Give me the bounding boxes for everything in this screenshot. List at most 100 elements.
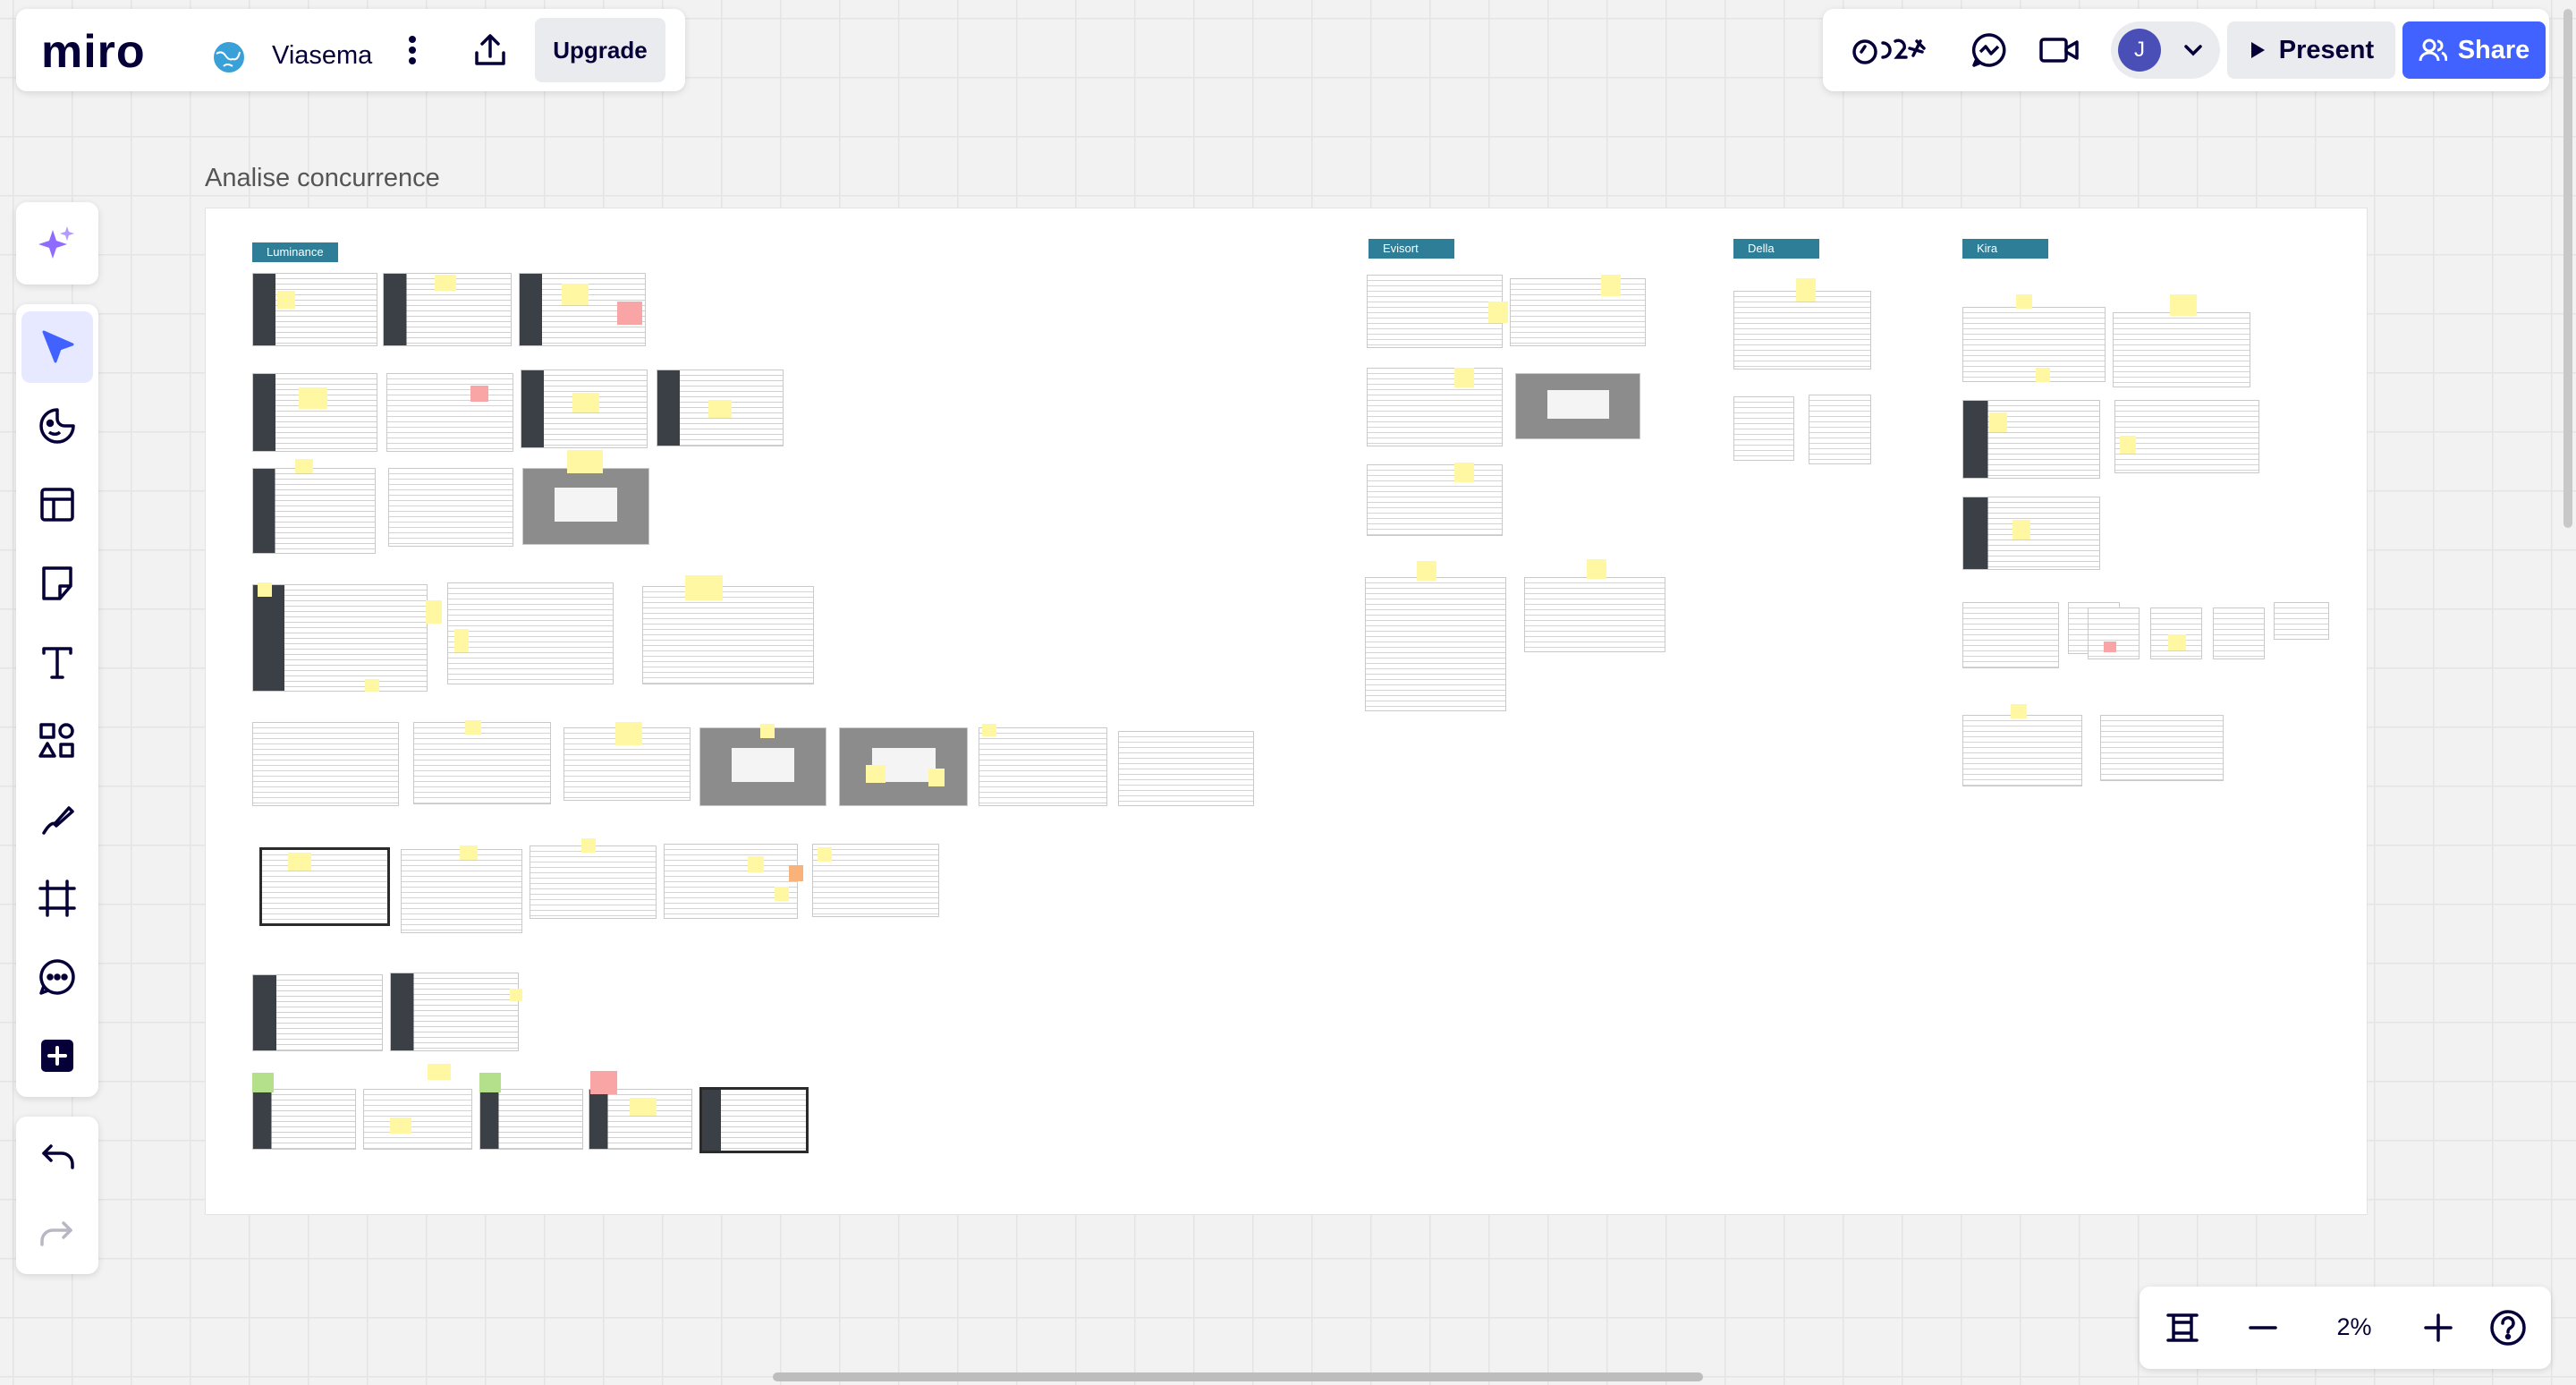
sticky-note[interactable]	[789, 865, 803, 881]
sticky-note[interactable]	[982, 724, 996, 736]
screenshot-thumbnail[interactable]	[1510, 278, 1646, 346]
sticky-note[interactable]	[2011, 704, 2027, 718]
frame-title[interactable]: Analise concurrence	[205, 164, 440, 193]
screenshot-thumbnail[interactable]	[699, 1087, 809, 1153]
sticky-note[interactable]	[617, 302, 642, 325]
sticky-note[interactable]	[775, 887, 789, 901]
sticky-note[interactable]	[866, 765, 886, 783]
pen-icon[interactable]	[21, 784, 93, 855]
sticky-note[interactable]	[708, 400, 732, 418]
screenshot-thumbnail[interactable]	[2213, 608, 2265, 659]
sticky-note[interactable]	[2036, 368, 2050, 382]
fit-to-screen-icon[interactable]	[2157, 1304, 2207, 1351]
sticky-note[interactable]	[581, 838, 596, 853]
sticky-note[interactable]	[1601, 275, 1621, 296]
screenshot-thumbnail[interactable]	[1962, 307, 2106, 382]
export-icon[interactable]	[463, 27, 517, 73]
sticky-note[interactable]	[299, 387, 327, 409]
sticky-note[interactable]	[1454, 463, 1474, 482]
tag-luminance[interactable]: Luminance	[252, 242, 338, 262]
sticky-note[interactable]	[572, 393, 599, 412]
chevron-down-icon[interactable]	[2182, 43, 2204, 57]
reactions-icon[interactable]	[1848, 27, 1934, 73]
sticky-note[interactable]	[252, 1073, 274, 1092]
screenshot-thumbnail[interactable]	[1809, 395, 1871, 464]
zoom-out-icon[interactable]	[2238, 1304, 2288, 1351]
tag-kira[interactable]: Kira	[1962, 239, 2048, 259]
sticky-note[interactable]	[562, 284, 589, 305]
screenshot-thumbnail[interactable]	[979, 727, 1107, 806]
screenshot-thumbnail[interactable]	[1515, 373, 1640, 439]
redo-icon[interactable]	[21, 1199, 93, 1270]
screenshot-thumbnail[interactable]	[1367, 275, 1503, 348]
tag-evisort[interactable]: Evisort	[1368, 239, 1454, 259]
share-button[interactable]: Share	[2402, 21, 2546, 79]
screenshot-thumbnail[interactable]	[413, 722, 551, 804]
text-tool-icon[interactable]	[21, 626, 93, 698]
screenshot-thumbnail[interactable]	[252, 974, 383, 1051]
screenshot-thumbnail[interactable]	[1367, 464, 1503, 536]
sticky-note[interactable]	[2168, 634, 2186, 650]
screenshot-thumbnail[interactable]	[2113, 312, 2250, 387]
globe-icon[interactable]	[211, 39, 247, 75]
screenshot-thumbnail[interactable]	[2114, 400, 2259, 473]
screenshot-thumbnail[interactable]	[390, 973, 519, 1051]
screenshot-thumbnail[interactable]	[530, 845, 657, 919]
screenshot-thumbnail[interactable]	[2274, 602, 2329, 640]
screenshot-thumbnail[interactable]	[2150, 608, 2202, 659]
chat-icon[interactable]	[1964, 27, 2014, 73]
sticky-note[interactable]	[2016, 294, 2032, 309]
sticky-note[interactable]	[258, 582, 272, 597]
miro-logo[interactable]: miro	[41, 25, 146, 79]
sticky-note[interactable]	[2104, 642, 2116, 652]
sticky-note[interactable]	[590, 1071, 617, 1094]
horizontal-scrollbar[interactable]	[773, 1372, 1703, 1381]
screenshot-thumbnail[interactable]	[664, 844, 798, 919]
sticky-note[interactable]	[295, 459, 313, 473]
screenshot-thumbnail[interactable]	[252, 468, 376, 554]
sticky-note[interactable]	[435, 275, 456, 291]
sticky-note[interactable]	[748, 856, 764, 872]
more-menu-icon[interactable]	[390, 27, 435, 73]
frame-icon[interactable]	[21, 862, 93, 934]
screenshot-thumbnail[interactable]	[252, 584, 428, 692]
screenshot-thumbnail[interactable]	[839, 727, 968, 806]
sticky-note[interactable]	[818, 847, 832, 862]
sticky-note[interactable]	[1796, 278, 1816, 302]
screenshot-thumbnail[interactable]	[252, 273, 377, 346]
select-tool-icon[interactable]	[21, 311, 93, 383]
sticky-note[interactable]	[567, 450, 603, 473]
collaborators-dropdown[interactable]: J	[2111, 21, 2220, 79]
screenshot-thumbnail[interactable]	[388, 468, 513, 547]
screenshot-thumbnail[interactable]	[642, 586, 814, 684]
sticky-note[interactable]	[454, 629, 469, 652]
sticky-note[interactable]	[1454, 368, 1474, 387]
sticky-note[interactable]	[1417, 561, 1436, 581]
screenshot-thumbnail[interactable]	[1962, 715, 2082, 786]
upgrade-button[interactable]: Upgrade	[535, 18, 665, 82]
video-icon[interactable]	[2034, 27, 2084, 73]
comment-icon[interactable]	[21, 941, 93, 1013]
screenshot-thumbnail[interactable]	[1962, 497, 2100, 570]
screenshot-thumbnail[interactable]	[1962, 602, 2059, 668]
sticky-note[interactable]	[1989, 412, 2007, 432]
sticky-note[interactable]	[288, 853, 311, 871]
stickers-icon[interactable]	[21, 390, 93, 462]
screenshot-thumbnail[interactable]	[1524, 577, 1665, 652]
screenshot-thumbnail[interactable]	[479, 1089, 583, 1150]
zoom-in-icon[interactable]	[2413, 1304, 2463, 1351]
avatar[interactable]: J	[2118, 29, 2161, 72]
sticky-note[interactable]	[2012, 520, 2030, 540]
sticky-note[interactable]	[426, 600, 442, 624]
sticky-note[interactable]	[460, 845, 478, 860]
vertical-scrollbar[interactable]	[2563, 9, 2572, 528]
more-apps-icon[interactable]	[21, 1020, 93, 1092]
sticky-note[interactable]	[760, 724, 775, 738]
screenshot-thumbnail[interactable]	[1367, 368, 1503, 446]
screenshot-thumbnail[interactable]	[699, 727, 826, 806]
screenshot-thumbnail[interactable]	[2100, 715, 2224, 781]
screenshot-thumbnail[interactable]	[1962, 400, 2100, 479]
sticky-note[interactable]	[2120, 436, 2136, 454]
screenshot-thumbnail[interactable]	[401, 849, 522, 933]
screenshot-thumbnail[interactable]	[252, 1089, 356, 1150]
